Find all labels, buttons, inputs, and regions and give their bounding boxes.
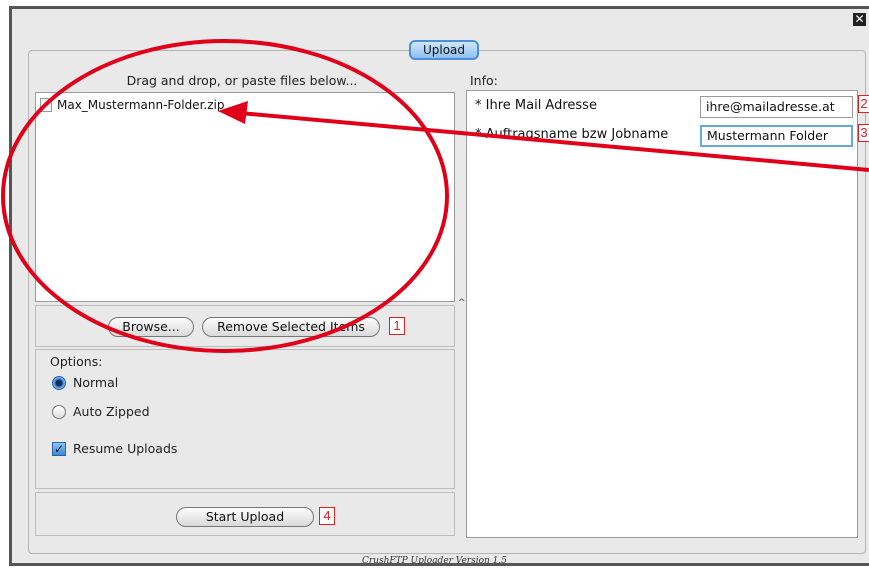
marker-3: 3	[858, 124, 869, 142]
mail-input[interactable]: ihre@mailadresse.at	[700, 96, 853, 118]
resume-uploads-checkbox[interactable]: ✓	[52, 442, 66, 456]
file-buttons-row: Browse... Remove Selected Items 1	[35, 305, 455, 347]
mail-label: * Ihre Mail Adresse	[475, 98, 597, 113]
radio-auto-zipped[interactable]	[52, 405, 66, 419]
marker-1: 1	[389, 317, 405, 335]
radio-normal-label: Normal	[73, 375, 119, 390]
options-title: Options:	[50, 354, 103, 369]
browse-button[interactable]: Browse...	[108, 317, 194, 337]
drop-header: Drag and drop, or paste files below...	[126, 73, 358, 88]
file-icon	[40, 98, 52, 112]
remove-selected-button[interactable]: Remove Selected Items	[202, 317, 380, 337]
file-drop-list[interactable]: Max_Mustermann-Folder.zip	[35, 92, 455, 302]
file-name: Max_Mustermann-Folder.zip	[57, 98, 225, 112]
tab-upload[interactable]: Upload	[409, 40, 479, 60]
radio-auto-zipped-label: Auto Zipped	[73, 404, 150, 419]
split-divider-handle[interactable]: ^	[458, 298, 466, 308]
version-footer: CrushFTP Uploader Version 1.5	[361, 556, 507, 566]
marker-4: 4	[319, 507, 335, 525]
uploader-window: ✕ Upload Drag and drop, or paste files b…	[0, 0, 869, 571]
jobname-label: * Auftragsname bzw Jobname	[475, 127, 669, 142]
marker-2: 2	[858, 95, 869, 113]
close-icon[interactable]: ✕	[853, 13, 866, 26]
info-panel: * Ihre Mail Adresse ihre@mailadresse.at …	[466, 90, 858, 538]
start-row: Start Upload 4	[35, 492, 455, 536]
jobname-input[interactable]: Mustermann Folder	[700, 125, 853, 147]
options-group: Options: Normal Auto Zipped ✓ Resume Upl…	[35, 349, 455, 489]
resume-uploads-label: Resume Uploads	[73, 441, 178, 456]
start-upload-button[interactable]: Start Upload	[176, 507, 314, 527]
info-header: Info:	[470, 73, 498, 88]
radio-normal[interactable]	[52, 376, 66, 390]
list-item[interactable]: Max_Mustermann-Folder.zip	[40, 97, 224, 113]
